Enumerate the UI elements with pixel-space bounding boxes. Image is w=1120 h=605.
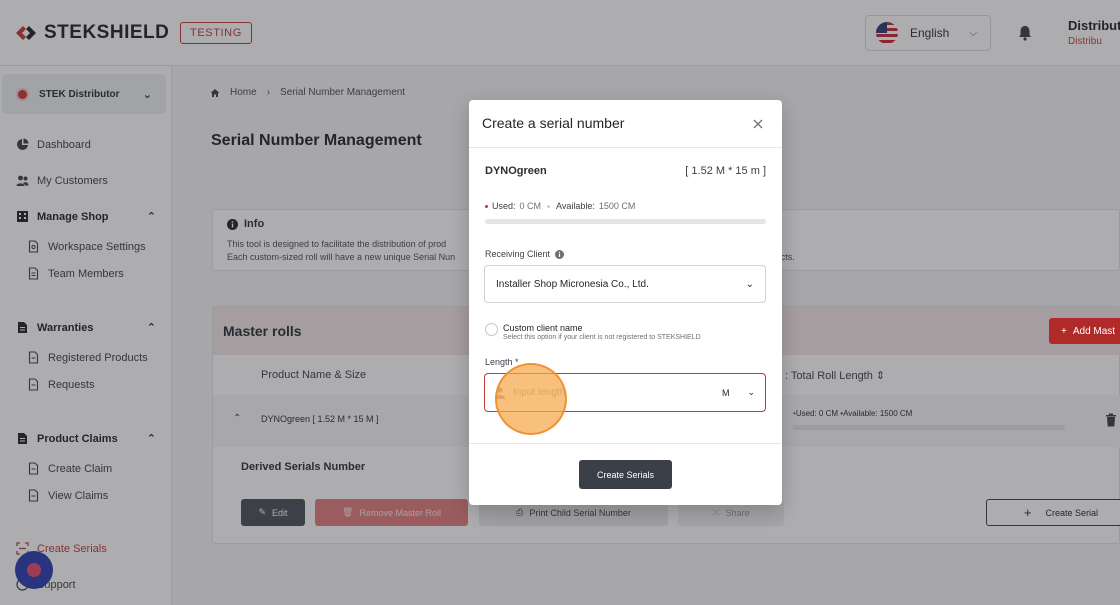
modal-footer: Create Serials bbox=[469, 443, 782, 505]
info-icon[interactable] bbox=[555, 249, 565, 259]
field-label-text: Receiving Client bbox=[485, 249, 551, 259]
available-value: 1500 CM bbox=[598, 201, 636, 211]
unit-value: M bbox=[721, 387, 730, 398]
plus-icon: + bbox=[1061, 325, 1067, 337]
chevron-down-icon: ⌄ bbox=[747, 387, 755, 397]
receiving-client-label: Receiving Client bbox=[485, 249, 565, 259]
available-indicator-icon bbox=[547, 204, 551, 208]
length-label: Length * bbox=[485, 357, 519, 367]
usage-progress-bar bbox=[485, 219, 766, 224]
used-label: Used: bbox=[492, 201, 516, 211]
click-indicator bbox=[495, 363, 567, 435]
product-size: [ 1.52 M * 15 m ] bbox=[685, 165, 766, 177]
modal-header: Create a serial number bbox=[469, 100, 782, 148]
modal-title: Create a serial number bbox=[482, 115, 625, 131]
custom-client-name-help: Select this option if your client is not… bbox=[503, 334, 701, 341]
button-label: Add Mast bbox=[1072, 325, 1116, 337]
custom-client-name-label[interactable]: Custom client name bbox=[503, 323, 583, 333]
receiving-client-value: Installer Shop Micronesia Co., Ltd. bbox=[496, 278, 649, 290]
close-icon[interactable] bbox=[752, 118, 764, 130]
add-master-roll-button[interactable]: + Add Mast bbox=[1049, 318, 1120, 344]
chevron-down-icon: ⌄ bbox=[745, 278, 754, 290]
unit-select[interactable]: M ⌄ bbox=[722, 387, 755, 398]
create-serial-modal: Create a serial number DYNOgreen [ 1.52 … bbox=[469, 100, 782, 505]
product-name: DYNOgreen bbox=[485, 165, 547, 177]
used-value: 0 CM bbox=[519, 201, 542, 211]
used-indicator-icon bbox=[485, 204, 488, 208]
available-label: Available: bbox=[556, 201, 595, 211]
create-serials-button[interactable]: Create Serials bbox=[579, 460, 672, 489]
custom-client-name-radio[interactable] bbox=[485, 323, 498, 336]
usage-summary: Used: 0 CM Available: 1500 CM bbox=[485, 201, 635, 211]
receiving-client-select[interactable]: Installer Shop Micronesia Co., Ltd. ⌄ bbox=[484, 265, 766, 303]
